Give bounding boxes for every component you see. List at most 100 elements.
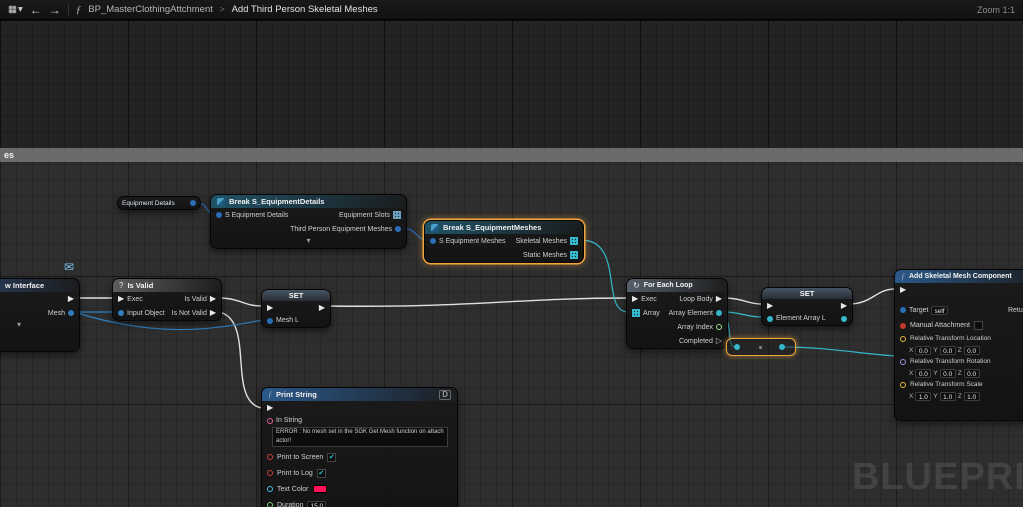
- exec-out-pin[interactable]: ▶: [841, 302, 847, 310]
- node-title: SET: [289, 291, 304, 300]
- array-out-pin[interactable]: [393, 211, 401, 219]
- object-in-pin[interactable]: [267, 318, 273, 324]
- in-string-input[interactable]: ERROR : No mesh set in the SGK Get Mesh …: [272, 427, 448, 447]
- location-y-input[interactable]: 0.0: [940, 346, 956, 355]
- graph-actions-button[interactable]: ▦▾: [8, 4, 23, 15]
- element-out-pin[interactable]: [716, 310, 722, 316]
- object-out-pin[interactable]: [68, 310, 74, 316]
- exec-in-pin[interactable]: ▶: [267, 304, 273, 312]
- function-icon: ƒ: [901, 273, 905, 281]
- graph-icon: ▦: [8, 4, 17, 15]
- rotation-x-input[interactable]: 0.0: [915, 369, 931, 378]
- manual-attachment-checkbox[interactable]: [974, 321, 983, 330]
- struct-in-pin[interactable]: [216, 212, 222, 218]
- exec-out-pin[interactable]: ▶: [68, 295, 74, 303]
- expand-chevron-icon[interactable]: ▾: [211, 236, 406, 248]
- bool-in-pin[interactable]: [900, 323, 906, 329]
- node-print-string[interactable]: ƒ Print String D ▶ In String ERROR : No …: [261, 387, 458, 507]
- exec-in-pin[interactable]: ▶: [632, 295, 638, 303]
- print-to-log-checkbox[interactable]: ✔: [317, 469, 326, 478]
- blueprint-watermark: BLUEPRINT: [852, 456, 1023, 499]
- axis-label: Y: [933, 370, 937, 377]
- exec-in-pin[interactable]: ▶: [900, 286, 906, 294]
- exec-out-pin[interactable]: ▶: [319, 304, 325, 312]
- struct-out-pin[interactable]: [395, 226, 401, 232]
- breadcrumb-graph[interactable]: Add Third Person Skeletal Meshes: [232, 4, 378, 15]
- reroute-node[interactable]: [726, 338, 796, 356]
- target-input[interactable]: self: [931, 306, 947, 315]
- node-add-skeletal-mesh-component[interactable]: ƒ Add Skeletal Mesh Component ▶ Targetse…: [894, 269, 1023, 421]
- node-title: Add Skeletal Mesh Component: [909, 273, 1012, 280]
- reroute-out-pin[interactable]: [779, 344, 785, 350]
- loop-icon: ↻: [633, 282, 640, 290]
- scale-x-input[interactable]: 1.0: [915, 392, 931, 401]
- graph-canvas[interactable]: es BLUEPRINT Equipment Details: [0, 20, 1023, 507]
- exec-out-pin[interactable]: ▶: [210, 295, 216, 303]
- float-in-pin[interactable]: [267, 502, 273, 507]
- comment-title[interactable]: es: [0, 148, 1023, 162]
- reroute-knot-icon[interactable]: [759, 346, 762, 349]
- node-set-element-array[interactable]: SET ▶ ▶ Element Array L: [761, 287, 853, 326]
- node-for-each-loop[interactable]: ↻ For Each Loop ▶Exec Loop Body▶ Array A…: [626, 278, 728, 349]
- exec-in-pin[interactable]: ▶: [118, 295, 124, 303]
- duration-input[interactable]: 15.0: [307, 501, 326, 507]
- reroute-in-pin[interactable]: [734, 344, 740, 350]
- array-out-pin[interactable]: [570, 251, 578, 259]
- color-in-pin[interactable]: [267, 486, 273, 492]
- object-in-pin[interactable]: [118, 310, 124, 316]
- node-break-equipment-details[interactable]: Break S_EquipmentDetails S Equipment Det…: [210, 194, 407, 249]
- pin-row: Text Color: [262, 481, 457, 497]
- exec-out-pin[interactable]: ▶: [210, 309, 216, 317]
- element-in-pin[interactable]: [767, 316, 773, 322]
- vector-in-pin[interactable]: [900, 382, 906, 388]
- int-out-pin[interactable]: [716, 324, 722, 330]
- element-out-pin[interactable]: [841, 316, 847, 322]
- pin-row: ▶ ▶: [262, 301, 330, 314]
- node-title: Break S_EquipmentDetails: [229, 197, 324, 206]
- node-interface-call[interactable]: w Interface ▶ Mesh ▾: [0, 278, 80, 352]
- bool-in-pin[interactable]: [267, 454, 273, 460]
- location-z-input[interactable]: 0.0: [964, 346, 980, 355]
- exec-in-pin[interactable]: ▶: [767, 302, 773, 310]
- array-in-pin[interactable]: [632, 309, 640, 317]
- back-button[interactable]: ←: [30, 3, 42, 17]
- breadcrumb-blueprint[interactable]: BP_MasterClothingAttchment: [88, 4, 213, 15]
- pin-row: Array Index: [627, 320, 727, 334]
- pin-label: Return: [1008, 307, 1023, 314]
- expand-chevron-icon[interactable]: ▾: [0, 320, 79, 332]
- bool-in-pin[interactable]: [267, 470, 273, 476]
- print-to-screen-checkbox[interactable]: ✔: [327, 453, 336, 462]
- string-in-pin[interactable]: [267, 418, 273, 424]
- forward-button[interactable]: →: [49, 3, 61, 17]
- array-out-pin[interactable]: [570, 237, 578, 245]
- exec-in-pin[interactable]: ▶: [267, 404, 273, 412]
- pin-row: ▶ ▶: [762, 299, 852, 312]
- rotation-z-input[interactable]: 0.0: [964, 369, 980, 378]
- struct-in-pin[interactable]: [430, 238, 436, 244]
- node-header: w Interface: [0, 279, 79, 292]
- caret-down-icon: ▾: [18, 4, 23, 15]
- node-set-mesh[interactable]: SET ▶ ▶ Mesh L: [261, 289, 331, 328]
- location-x-input[interactable]: 0.0: [915, 346, 931, 355]
- rotation-y-input[interactable]: 0.0: [940, 369, 956, 378]
- text-color-swatch[interactable]: [313, 485, 327, 493]
- node-get-equipment-details[interactable]: Equipment Details: [117, 196, 201, 210]
- axis-label: Y: [933, 393, 937, 400]
- pin-label: Text Color: [277, 486, 309, 493]
- pin-label: Relative Transform Rotation: [910, 358, 991, 365]
- exec-out-pin[interactable]: ▷: [716, 337, 722, 345]
- scale-z-input[interactable]: 1.0: [964, 392, 980, 401]
- node-break-equipment-meshes[interactable]: Break S_EquipmentMeshes S Equipment Mesh…: [424, 220, 584, 263]
- rotator-in-pin[interactable]: [900, 359, 906, 365]
- pin-row: In String: [262, 415, 457, 426]
- question-icon: ?: [119, 282, 123, 290]
- scale-y-input[interactable]: 1.0: [940, 392, 956, 401]
- target-in-pin[interactable]: [900, 307, 906, 313]
- pin-row: ▶: [895, 283, 1023, 296]
- pin-label: In String: [276, 417, 302, 424]
- vector-in-pin[interactable]: [900, 336, 906, 342]
- struct-out-pin[interactable]: [190, 200, 196, 206]
- exec-out-pin[interactable]: ▶: [716, 295, 722, 303]
- pin-label: Print to Screen: [277, 454, 323, 461]
- node-is-valid[interactable]: ? Is Valid ▶Exec Is Valid▶ Input Object …: [112, 278, 222, 321]
